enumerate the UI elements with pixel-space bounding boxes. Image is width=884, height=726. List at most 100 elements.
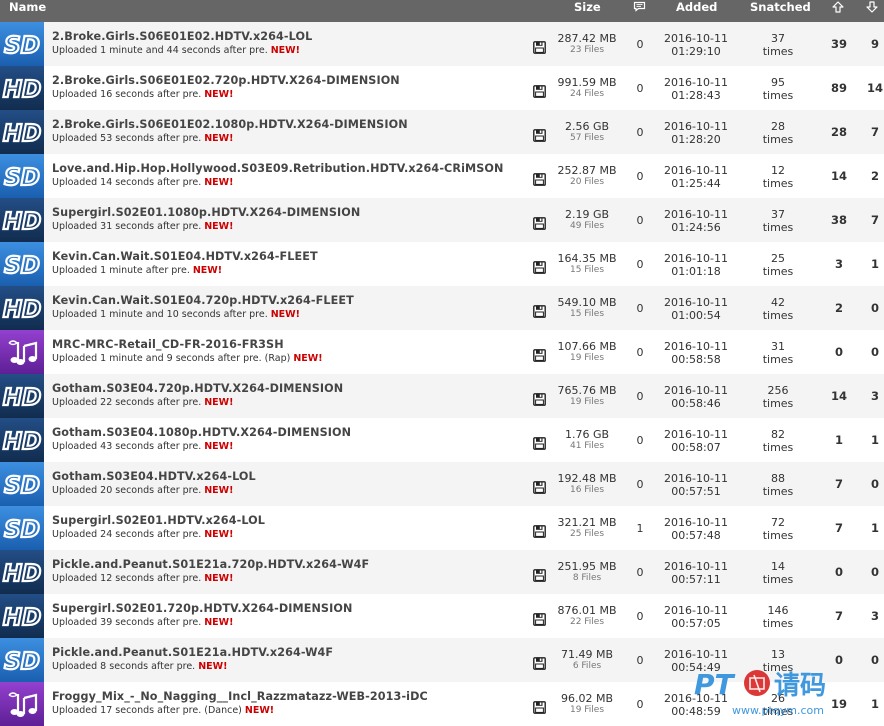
- download-icon[interactable]: [533, 171, 546, 186]
- header-name[interactable]: Name: [9, 0, 46, 22]
- music-icon[interactable]: [0, 330, 44, 374]
- comment-count[interactable]: 0: [630, 346, 650, 359]
- sd-icon[interactable]: SD: [0, 462, 44, 506]
- hd-icon[interactable]: HD: [0, 594, 44, 638]
- leechers-count[interactable]: 1: [858, 257, 884, 271]
- comment-count[interactable]: 0: [630, 566, 650, 579]
- seeders-count[interactable]: 7: [822, 521, 856, 535]
- sd-icon[interactable]: SD: [0, 638, 44, 682]
- seeders-count[interactable]: 38: [822, 213, 856, 227]
- torrent-name-link[interactable]: Froggy_Mix_-_No_Nagging__Incl_Razzmatazz…: [52, 690, 428, 703]
- file-count[interactable]: 8 Files: [552, 573, 622, 583]
- seeders-count[interactable]: 7: [822, 609, 856, 623]
- torrent-name-link[interactable]: MRC-MRC-Retail_CD-FR-2016-FR3SH: [52, 338, 284, 351]
- seeders-count[interactable]: 2: [822, 301, 856, 315]
- comment-count[interactable]: 0: [630, 170, 650, 183]
- leechers-count[interactable]: 3: [858, 389, 884, 403]
- comment-count[interactable]: 0: [630, 390, 650, 403]
- seeders-count[interactable]: 39: [822, 37, 856, 51]
- comment-count[interactable]: 0: [630, 434, 650, 447]
- file-count[interactable]: 57 Files: [552, 133, 622, 143]
- torrent-name-link[interactable]: Kevin.Can.Wait.S01E04.720p.HDTV.x264-FLE…: [52, 294, 354, 307]
- leechers-count[interactable]: 0: [858, 653, 884, 667]
- file-count[interactable]: 49 Files: [552, 221, 622, 231]
- comment-count[interactable]: 0: [630, 258, 650, 271]
- torrent-name-link[interactable]: Gotham.S03E04.720p.HDTV.X264-DIMENSION: [52, 382, 343, 395]
- download-icon[interactable]: [533, 567, 546, 582]
- torrent-name-link[interactable]: Kevin.Can.Wait.S01E04.HDTV.x264-FLEET: [52, 250, 318, 263]
- music-icon[interactable]: [0, 682, 44, 726]
- leechers-count[interactable]: 1: [858, 697, 884, 711]
- download-icon[interactable]: [533, 39, 546, 54]
- hd-icon[interactable]: HD: [0, 418, 44, 462]
- download-icon[interactable]: [533, 83, 546, 98]
- download-icon[interactable]: [533, 259, 546, 274]
- download-icon[interactable]: [533, 127, 546, 142]
- download-icon[interactable]: [533, 699, 546, 714]
- file-count[interactable]: 15 Files: [552, 265, 622, 275]
- sd-icon[interactable]: SD: [0, 242, 44, 286]
- file-count[interactable]: 22 Files: [552, 617, 622, 627]
- torrent-name-link[interactable]: Pickle.and.Peanut.S01E21a.720p.HDTV.x264…: [52, 558, 369, 571]
- hd-icon[interactable]: HD: [0, 374, 44, 418]
- leechers-count[interactable]: 0: [858, 301, 884, 315]
- file-count[interactable]: 6 Files: [552, 661, 622, 671]
- torrent-name-link[interactable]: 2.Broke.Girls.S06E01E02.1080p.HDTV.X264-…: [52, 118, 408, 131]
- leechers-count[interactable]: 3: [858, 609, 884, 623]
- seeders-count[interactable]: 14: [822, 389, 856, 403]
- file-count[interactable]: 23 Files: [552, 45, 622, 55]
- leechers-count[interactable]: 1: [858, 433, 884, 447]
- file-count[interactable]: 41 Files: [552, 441, 622, 451]
- hd-icon[interactable]: HD: [0, 550, 44, 594]
- hd-icon[interactable]: HD: [0, 66, 44, 110]
- file-count[interactable]: 19 Files: [552, 353, 622, 363]
- seeders-count[interactable]: 28: [822, 125, 856, 139]
- seeders-count[interactable]: 0: [822, 345, 856, 359]
- comment-count[interactable]: 0: [630, 214, 650, 227]
- comment-count[interactable]: 1: [630, 522, 650, 535]
- download-icon[interactable]: [533, 655, 546, 670]
- download-icon[interactable]: [533, 215, 546, 230]
- torrent-name-link[interactable]: Pickle.and.Peanut.S01E21a.HDTV.x264-W4F: [52, 646, 333, 659]
- comment-count[interactable]: 0: [630, 82, 650, 95]
- comment-count[interactable]: 0: [630, 610, 650, 623]
- download-icon[interactable]: [533, 303, 546, 318]
- file-count[interactable]: 24 Files: [552, 89, 622, 99]
- header-added[interactable]: Added: [676, 0, 717, 22]
- comment-count[interactable]: 0: [630, 302, 650, 315]
- leechers-count[interactable]: 2: [858, 169, 884, 183]
- leechers-count[interactable]: 0: [858, 345, 884, 359]
- sd-icon[interactable]: SD: [0, 22, 44, 66]
- comment-count[interactable]: 0: [630, 478, 650, 491]
- file-count[interactable]: 25 Files: [552, 529, 622, 539]
- file-count[interactable]: 16 Files: [552, 485, 622, 495]
- torrent-name-link[interactable]: 2.Broke.Girls.S06E01E02.HDTV.x264-LOL: [52, 30, 312, 43]
- header-size[interactable]: Size: [574, 0, 601, 22]
- hd-icon[interactable]: HD: [0, 286, 44, 330]
- seeders-count[interactable]: 89: [822, 81, 856, 95]
- arrow-down-icon[interactable]: [866, 1, 878, 23]
- hd-icon[interactable]: HD: [0, 110, 44, 154]
- seeders-count[interactable]: 14: [822, 169, 856, 183]
- torrent-name-link[interactable]: Gotham.S03E04.1080p.HDTV.X264-DIMENSION: [52, 426, 351, 439]
- leechers-count[interactable]: 7: [858, 125, 884, 139]
- sd-icon[interactable]: SD: [0, 506, 44, 550]
- header-snatched[interactable]: Snatched: [750, 0, 811, 22]
- leechers-count[interactable]: 0: [858, 565, 884, 579]
- download-icon[interactable]: [533, 611, 546, 626]
- leechers-count[interactable]: 9: [858, 37, 884, 51]
- comment-count[interactable]: 0: [630, 654, 650, 667]
- leechers-count[interactable]: 0: [858, 477, 884, 491]
- seeders-count[interactable]: 1: [822, 433, 856, 447]
- comment-icon[interactable]: [633, 1, 646, 23]
- torrent-name-link[interactable]: Love.and.Hip.Hop.Hollywood.S03E09.Retrib…: [52, 162, 503, 175]
- leechers-count[interactable]: 1: [858, 521, 884, 535]
- download-icon[interactable]: [533, 479, 546, 494]
- file-count[interactable]: 19 Files: [552, 705, 622, 715]
- download-icon[interactable]: [533, 347, 546, 362]
- arrow-up-icon[interactable]: [832, 1, 844, 23]
- comment-count[interactable]: 0: [630, 126, 650, 139]
- sd-icon[interactable]: SD: [0, 154, 44, 198]
- torrent-name-link[interactable]: Supergirl.S02E01.HDTV.x264-LOL: [52, 514, 265, 527]
- seeders-count[interactable]: 0: [822, 565, 856, 579]
